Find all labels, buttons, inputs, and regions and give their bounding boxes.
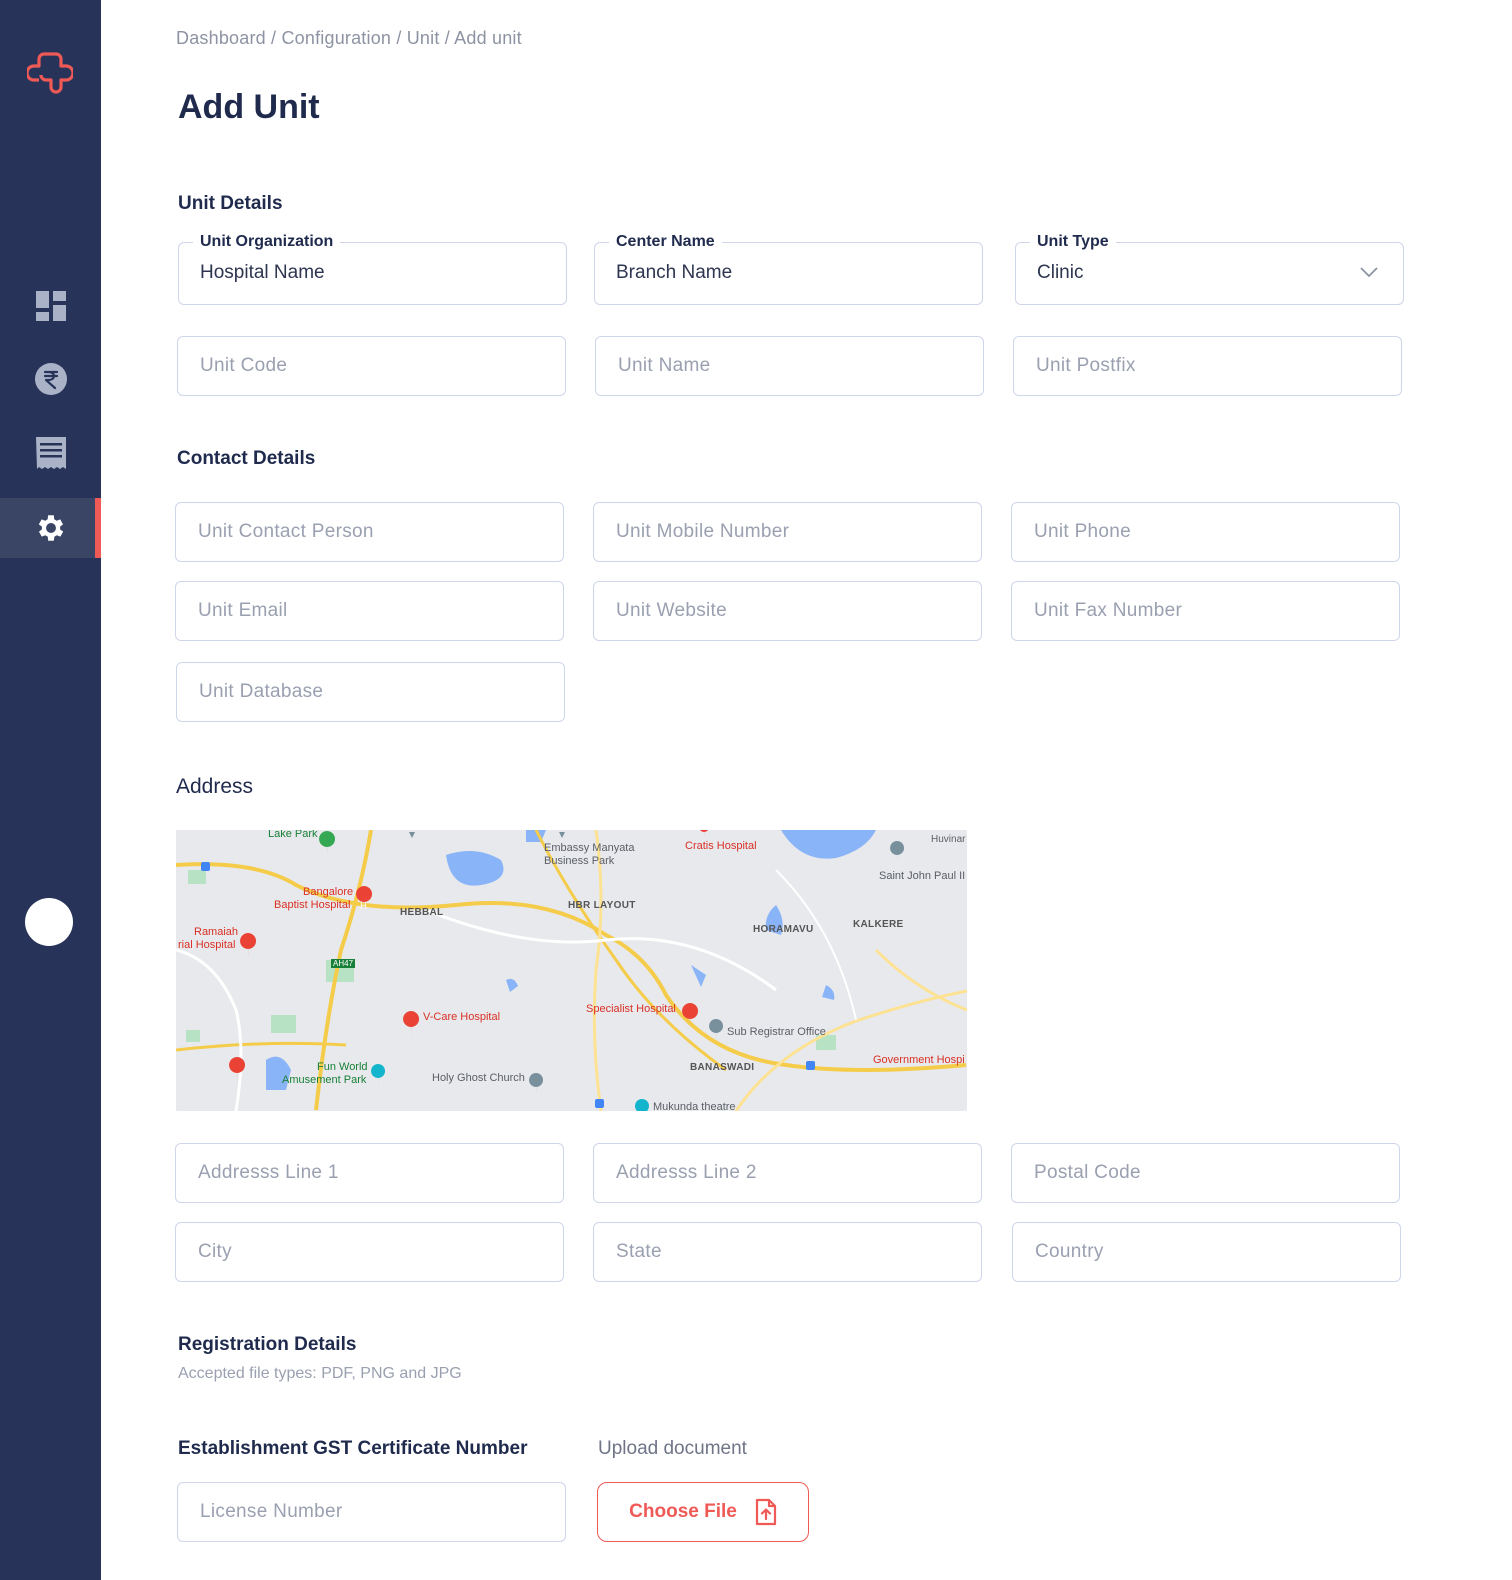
page-title: Add Unit (178, 88, 320, 126)
choose-file-button[interactable]: Choose File (597, 1482, 809, 1542)
map-label-rial-hospital: rial Hospital (178, 939, 236, 951)
contact-person-input[interactable] (175, 502, 564, 562)
nav-billing[interactable] (0, 349, 101, 409)
map-label-baptist: Baptist Hospital (274, 899, 351, 911)
nav-reports[interactable] (0, 423, 101, 483)
map-label-vcare: V-Care Hospital (423, 1011, 501, 1023)
map-label-lake-park: Lake Park (268, 830, 318, 840)
unit-name-input[interactable] (595, 336, 984, 396)
map-label-government: Government Hospi (873, 1054, 965, 1066)
city-input[interactable] (175, 1222, 564, 1282)
upload-label: Upload document (598, 1438, 747, 1459)
map-label-huvinar: Huvinar (931, 834, 966, 845)
gear-icon (38, 515, 63, 541)
unit-type-value: Clinic (1037, 262, 1084, 283)
nav-configuration[interactable] (0, 498, 101, 558)
address-line1-text[interactable] (176, 1144, 563, 1202)
postal-code-text[interactable] (1012, 1144, 1399, 1202)
logo-icon[interactable] (27, 50, 73, 96)
sidebar (0, 0, 101, 1580)
nav-dashboard[interactable] (0, 276, 101, 336)
avatar[interactable] (25, 898, 73, 946)
map-label-embassy: Embassy Manyata (544, 842, 635, 854)
license-number-input[interactable] (177, 1482, 566, 1542)
registration-note: Accepted file types: PDF, PNG and JPG (178, 1365, 462, 1382)
chevron-down-icon (1360, 267, 1378, 278)
breadcrumb[interactable]: Dashboard / Configuration / Unit / Add u… (176, 28, 522, 49)
map-label-amusement: Amusement Park (282, 1074, 367, 1086)
mobile-number-input[interactable] (593, 502, 982, 562)
section-unit-details: Unit Details (178, 193, 283, 214)
unit-code-text[interactable] (178, 337, 565, 395)
email-text[interactable] (176, 582, 563, 640)
gst-label: Establishment GST Certificate Number (178, 1438, 528, 1459)
svg-text:H: H (360, 902, 367, 912)
website-text[interactable] (594, 582, 981, 640)
section-address: Address (176, 775, 254, 798)
unit-name-text[interactable] (596, 337, 983, 395)
rupee-icon (34, 363, 67, 395)
map-label-kalkere: KALKERE (853, 919, 904, 930)
map-label-ah47: AH47 (331, 959, 356, 968)
license-number-text[interactable] (178, 1483, 565, 1541)
city-text[interactable] (176, 1223, 563, 1281)
dashboard-icon (35, 291, 66, 321)
mobile-number-text[interactable] (594, 503, 981, 561)
email-input[interactable] (175, 581, 564, 641)
center-name-value: Branch Name (616, 262, 733, 283)
state-text[interactable] (594, 1223, 981, 1281)
map-label-ramaiah: Ramaiah (194, 926, 239, 938)
unit-code-input[interactable] (177, 336, 566, 396)
map-label-business-park: Business Park (544, 855, 615, 867)
map-label-hbr: HBR LAYOUT (568, 900, 636, 911)
center-name-field[interactable]: Center Name Branch Name (594, 231, 983, 305)
receipt-icon (35, 437, 66, 469)
map-label-holy-ghost: Holy Ghost Church (432, 1072, 525, 1084)
address-line1-input[interactable] (175, 1143, 564, 1203)
fax-text[interactable] (1012, 582, 1399, 640)
unit-organization-value: Hospital Name (200, 262, 325, 283)
database-text[interactable] (177, 663, 564, 721)
phone-text[interactable] (1012, 503, 1399, 561)
map-label-fun-world: Fun World (317, 1061, 368, 1073)
center-name-label: Center Name (609, 231, 722, 253)
map-label-hebbal: HEBBAL (400, 907, 444, 918)
map-label-cratis: Cratis Hospital (685, 840, 757, 852)
website-input[interactable] (593, 581, 982, 641)
database-input[interactable] (176, 662, 565, 722)
section-contact-details: Contact Details (177, 448, 316, 469)
country-text[interactable] (1013, 1223, 1400, 1281)
map-label-horamavu: HORAMAVU (753, 924, 814, 935)
unit-type-label: Unit Type (1030, 231, 1116, 253)
map-label-specialist: Specialist Hospital (586, 1003, 676, 1015)
unit-postfix-input[interactable] (1013, 336, 1402, 396)
postal-code-input[interactable] (1011, 1143, 1400, 1203)
unit-organization-label: Unit Organization (193, 231, 341, 253)
map-label-bangalore: Bangalore (303, 886, 354, 898)
unit-type-select[interactable]: Unit Type Clinic (1015, 231, 1404, 305)
unit-organization-field[interactable]: Unit Organization Hospital Name (178, 231, 567, 305)
choose-file-label: Choose File (629, 1501, 737, 1522)
address-line2-text[interactable] (594, 1144, 981, 1202)
country-input[interactable] (1012, 1222, 1401, 1282)
map-label-banaswadi: BANASWADI (690, 1062, 755, 1073)
state-input[interactable] (593, 1222, 982, 1282)
phone-input[interactable] (1011, 502, 1400, 562)
map-label-sub-registrar: Sub Registrar Office (727, 1026, 826, 1038)
contact-person-text[interactable] (176, 503, 563, 561)
map-canvas: H (176, 830, 967, 1111)
address-line2-input[interactable] (593, 1143, 982, 1203)
section-registration: Registration Details (178, 1334, 357, 1355)
location-map[interactable]: H Lake Park Embassy Manyata Business Par… (176, 830, 967, 1111)
app-root: Dashboard / Configuration / Unit / Add u… (0, 0, 1512, 1580)
unit-postfix-text[interactable] (1014, 337, 1401, 395)
file-upload-icon (755, 1498, 776, 1526)
fax-input[interactable] (1011, 581, 1400, 641)
map-label-mukunda: Mukunda theatre (653, 1101, 736, 1111)
map-label-saint-john: Saint John Paul II (879, 870, 966, 882)
